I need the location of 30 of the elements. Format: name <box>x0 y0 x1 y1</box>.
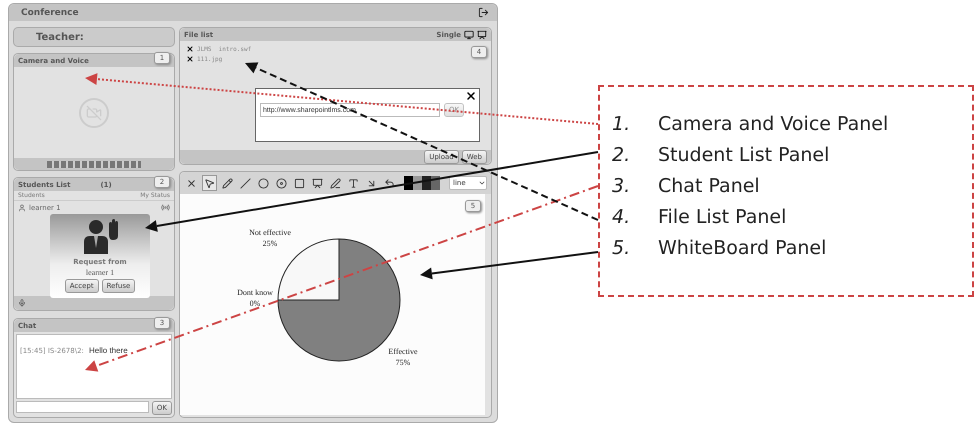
legend-label: Camera and Voice Panel <box>658 113 888 135</box>
legend-label: File List Panel <box>658 206 786 228</box>
legend-label: Student List Panel <box>658 144 830 166</box>
status-icon[interactable] <box>161 203 170 212</box>
delete-icon[interactable] <box>186 45 194 53</box>
legend-label: WhiteBoard Panel <box>658 237 826 259</box>
raised-hand-person-icon <box>81 218 119 256</box>
legend-number: 5. <box>612 237 632 259</box>
legend-number: 2. <box>612 144 632 166</box>
exit-icon[interactable] <box>478 7 489 18</box>
legend-label: Chat Panel <box>658 175 760 197</box>
close-icon[interactable] <box>465 90 477 102</box>
pie-label: Dont know 0% <box>237 288 273 308</box>
legend-number: 1. <box>612 113 632 135</box>
pie-label: Not effective 25% <box>249 228 291 248</box>
chat-input[interactable] <box>16 401 149 413</box>
delete-icon[interactable] <box>186 55 194 63</box>
monitor-icon[interactable] <box>464 30 474 40</box>
legend-number: 4. <box>612 206 632 228</box>
legend-number: 3. <box>612 175 632 197</box>
dropdown-caret-icon[interactable] <box>478 179 486 187</box>
teacher-label: Teacher: <box>36 32 84 42</box>
request-name: learner 1 <box>86 268 114 277</box>
window-title: Conference <box>21 8 79 18</box>
message-text: Hello there <box>88 346 128 355</box>
pie-label: Effective 75% <box>388 347 418 367</box>
user-icon <box>18 204 26 212</box>
pointer-icon[interactable] <box>202 175 217 191</box>
presentation-icon[interactable] <box>477 30 487 40</box>
microphone-icon[interactable] <box>18 299 26 307</box>
